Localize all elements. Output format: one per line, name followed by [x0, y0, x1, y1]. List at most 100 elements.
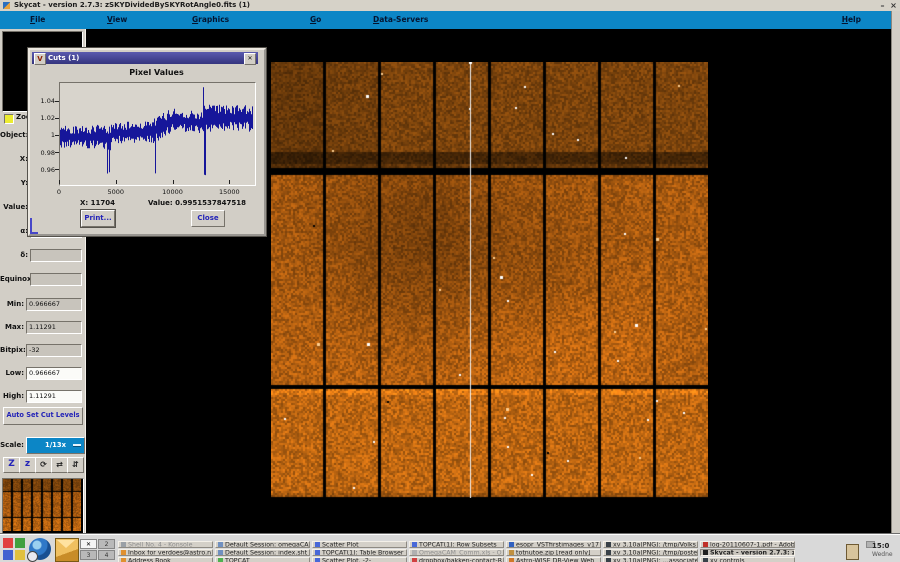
task-app-icon: [315, 542, 320, 547]
desktop-pager[interactable]: ✕234: [80, 539, 116, 561]
field-entry-low[interactable]: 0.966667: [26, 367, 82, 380]
task-button[interactable]: Address Book: [118, 557, 213, 562]
menu-file[interactable]: File: [30, 15, 45, 24]
window-minimize-button[interactable]: –: [878, 2, 887, 10]
menu-graphics[interactable]: Graphics: [192, 15, 229, 24]
task-app-icon: [412, 558, 417, 562]
task-label: xv 3.10a(PNG): /tmp/poste: [613, 550, 697, 557]
task-app-icon: [315, 550, 320, 555]
resize-corner-mark[interactable]: [30, 218, 38, 234]
task-button[interactable]: TOPCAT: [215, 557, 310, 562]
task-app-icon: [606, 542, 611, 547]
mail-icon[interactable]: [55, 538, 79, 562]
menu-view[interactable]: View: [107, 15, 127, 24]
field-entry-6[interactable]: [30, 273, 82, 286]
zoom-out-button[interactable]: z: [19, 457, 36, 473]
task-button[interactable]: Astro-WISE DB-View Web: [506, 557, 601, 562]
x-tick-mark: [59, 180, 60, 184]
task-button[interactable]: log-20110607-1.pdf - Adob: [700, 541, 795, 548]
pan-window[interactable]: [2, 478, 84, 534]
task-button[interactable]: xv 3.10a(PNG): ...associate: [603, 557, 698, 562]
pager-cell-2[interactable]: 2: [98, 539, 115, 549]
field-entry-min[interactable]: 0.966667: [26, 298, 82, 311]
task-label: dropbox/bakken-contact-R: [419, 558, 502, 562]
field-label-α: α:: [0, 227, 28, 235]
window-icon: [3, 2, 10, 9]
cuts-dialog: V Cuts (1) ✕ Pixel Values 1.041.0210.980…: [28, 48, 266, 236]
x-tick-label: 0: [47, 188, 71, 196]
field-label-bitpix: Bitpix:: [0, 346, 24, 354]
task-label: Default Session: omegaCA: [225, 542, 309, 549]
field-label-object: Object:: [0, 131, 28, 139]
task-button[interactable]: Inbox for verdoes@astro.n: [118, 549, 213, 556]
field-entry-high[interactable]: 1.11291: [26, 390, 82, 403]
menu-go[interactable]: Go: [310, 15, 321, 24]
task-button[interactable]: totnutoe.zip [read only]: [506, 549, 601, 556]
scale-dropdown[interactable]: 1/13x: [26, 437, 85, 454]
dropdown-indicator-icon: [73, 444, 81, 447]
task-button[interactable]: esopr_VSTfirstimages_v17: [506, 541, 601, 548]
pager-cell-1[interactable]: ✕: [80, 539, 97, 549]
x-tick-label: 15000: [217, 188, 241, 196]
close-button[interactable]: Close: [191, 210, 225, 227]
app-menu-icon[interactable]: [3, 538, 25, 560]
task-label: xv 3.10a(PNG): /tmp/Volks: [613, 542, 696, 549]
task-button[interactable]: TOPCAT(1): Row Subsets: [409, 541, 504, 548]
cuts-dialog-close-icon[interactable]: ✕: [244, 53, 256, 65]
x-tick-mark: [173, 180, 174, 184]
cuts-sysmenu-icon[interactable]: V: [34, 53, 46, 65]
task-label: Skycat - version 2.7.3: z: [710, 550, 795, 557]
field-entry-bitpix[interactable]: -32: [26, 344, 82, 357]
task-button[interactable]: Default Session: omegaCA: [215, 541, 310, 548]
field-label-min: Min:: [0, 300, 24, 308]
field-entry-5[interactable]: [30, 249, 82, 262]
task-button[interactable]: TOPCAT(1): Table Browser: [312, 549, 407, 556]
task-app-icon: [121, 558, 126, 562]
task-app-icon: [703, 550, 708, 555]
task-label: Scatter Plot. -2-: [322, 558, 371, 562]
zoom-toggle-checkbox[interactable]: [4, 114, 14, 124]
y-tick-mark: [55, 152, 59, 153]
flip-x-button[interactable]: ⇄: [51, 457, 68, 473]
task-button[interactable]: Default Session: index.sht: [215, 549, 310, 556]
zoom-in-button[interactable]: Z: [3, 457, 20, 473]
plot-trace: [60, 83, 253, 183]
fits-image-mosaic[interactable]: [271, 62, 708, 498]
flip-y-button[interactable]: ⇵: [67, 457, 84, 473]
browser-globe-icon[interactable]: [29, 538, 51, 560]
auto-set-cut-levels-button[interactable]: Auto Set Cut Levels: [3, 407, 83, 425]
x-tick-label: 5000: [104, 188, 128, 196]
x-tick-mark: [116, 180, 117, 184]
task-button[interactable]: Skycat - version 2.7.3: z: [700, 549, 795, 556]
task-button[interactable]: Scatter Plot: [312, 541, 407, 548]
task-app-icon: [121, 550, 126, 555]
scale-label: Scale:: [0, 441, 24, 449]
field-label-high: High:: [0, 392, 24, 400]
task-button[interactable]: xv controls: [700, 557, 795, 562]
menu-data-servers[interactable]: Data-Servers: [373, 15, 428, 24]
clock-time: 15:0: [872, 542, 900, 550]
field-entry-max[interactable]: 1.11291: [26, 321, 82, 334]
task-button[interactable]: xv 3.10a(PNG): /tmp/poste: [603, 549, 698, 556]
task-button[interactable]: dropbox/bakken-contact-R: [409, 557, 504, 562]
window-close-button[interactable]: ×: [889, 2, 898, 10]
y-tick-mark: [55, 135, 59, 136]
pager-cell-4[interactable]: 4: [98, 550, 115, 560]
task-button[interactable]: xv 3.10a(PNG): /tmp/Volks: [603, 541, 698, 548]
task-button[interactable]: Shell No. 4 - Konsole: [118, 541, 213, 548]
task-app-icon: [218, 542, 223, 547]
window-title: Skycat - version 2.7.3: zSKYDividedBySKY…: [14, 1, 250, 9]
task-label: xv controls: [710, 558, 745, 562]
menu-help[interactable]: Help: [842, 15, 861, 24]
cursor-value-readout: Value: 0.9951537847518: [148, 199, 246, 207]
task-label: Address Book: [128, 558, 171, 562]
task-button[interactable]: OmegaCAM_Comm.xls - O: [409, 549, 504, 556]
cuts-dialog-titlebar[interactable]: V Cuts (1) ✕: [32, 52, 258, 64]
print-button[interactable]: Print...: [81, 210, 115, 227]
clipboard-tray-icon[interactable]: [846, 544, 859, 560]
rotate-button[interactable]: ⟳: [35, 457, 52, 473]
task-button[interactable]: Scatter Plot. -2-: [312, 557, 407, 562]
pager-cell-3[interactable]: 3: [80, 550, 97, 560]
task-label: Scatter Plot: [322, 542, 359, 549]
y-tick-mark: [55, 101, 59, 102]
